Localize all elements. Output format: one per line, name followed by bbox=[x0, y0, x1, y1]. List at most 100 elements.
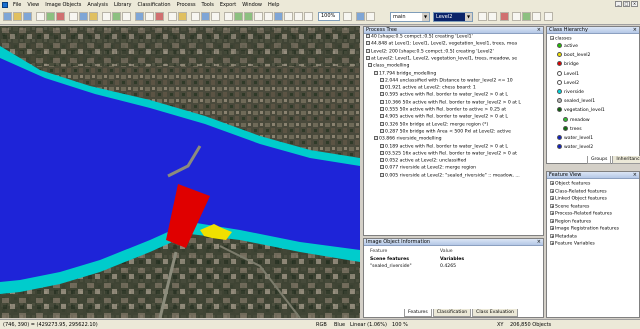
feature-group-item[interactable]: +Class-Related features bbox=[550, 188, 607, 196]
skeleton-icon[interactable] bbox=[178, 12, 187, 21]
polygon-icon[interactable] bbox=[168, 12, 177, 21]
close-icon[interactable]: × bbox=[537, 27, 541, 34]
expand-icon[interactable]: + bbox=[550, 181, 554, 186]
process-tree-item[interactable]: 0.595 active with Rel. border to water_l… bbox=[380, 92, 508, 99]
chevron-down-icon[interactable]: ▼ bbox=[465, 13, 472, 21]
class-item[interactable]: riverside bbox=[557, 89, 584, 96]
process-tree-item[interactable]: Level2: 200 [shape:0.5 compct.:0.5] crea… bbox=[366, 48, 494, 56]
process-tree-item[interactable]: 0.005 riverside at Level2: "sealed_river… bbox=[380, 172, 520, 180]
class-item[interactable]: meadow bbox=[563, 116, 590, 124]
edit-icon[interactable] bbox=[102, 12, 111, 21]
zoom-input[interactable]: 100% bbox=[318, 12, 340, 21]
menu-view[interactable]: View bbox=[27, 2, 39, 8]
process-tree-item[interactable]: 01.921 active at Level2: chess board: 1 bbox=[380, 85, 476, 92]
map-icon[interactable] bbox=[356, 12, 365, 21]
process-icon[interactable] bbox=[112, 12, 121, 21]
process-tree-list[interactable]: 40 [shape:0.5 compct.:0.5] creating 'Lev… bbox=[364, 34, 543, 234]
classification-view-icon[interactable] bbox=[56, 12, 65, 21]
menu-analysis[interactable]: Analysis bbox=[87, 2, 108, 8]
feature-group-item[interactable]: +Object features bbox=[550, 181, 590, 188]
feature-group-item[interactable]: +Scene features bbox=[550, 203, 589, 211]
new-project-icon[interactable] bbox=[3, 12, 12, 21]
class-root[interactable]: −classes bbox=[550, 36, 572, 43]
process-tree-item[interactable]: 0.555 50x active with Rel. border to act… bbox=[380, 107, 506, 114]
thematic-icon[interactable] bbox=[145, 12, 154, 21]
expand-icon[interactable]: + bbox=[550, 226, 554, 231]
class-item[interactable]: water_level1 bbox=[557, 135, 593, 142]
close-icon[interactable]: × bbox=[631, 1, 638, 7]
delete-level-icon[interactable] bbox=[500, 12, 509, 21]
open-icon[interactable] bbox=[13, 12, 22, 21]
menu-classification[interactable]: Classification bbox=[137, 2, 170, 8]
select-class-icon[interactable] bbox=[522, 12, 531, 21]
zoom-next-icon[interactable] bbox=[294, 12, 303, 21]
process-tree-item[interactable]: 2.044 unclassified with Distance to wate… bbox=[380, 77, 513, 85]
navigate-icon[interactable] bbox=[366, 12, 375, 21]
process-tree-item[interactable]: 0.077 riverside at Level2: merge region bbox=[380, 165, 476, 172]
class-item[interactable]: trees bbox=[563, 125, 582, 133]
pan-icon[interactable] bbox=[224, 12, 233, 21]
zoom-100-icon[interactable] bbox=[274, 12, 283, 21]
zoom-fit-icon[interactable] bbox=[264, 12, 273, 21]
menu-window[interactable]: Window bbox=[242, 2, 262, 8]
process-tree-item[interactable]: 10.366 50x active with Rel. border to wa… bbox=[380, 99, 521, 107]
manual-edit-icon[interactable] bbox=[155, 12, 164, 21]
class-item[interactable]: boot_level2 bbox=[557, 52, 590, 59]
expand-icon[interactable]: + bbox=[550, 233, 554, 238]
process-tree-item[interactable]: class_modelling bbox=[368, 63, 409, 70]
cursor-icon[interactable] bbox=[36, 12, 45, 21]
vector-icon[interactable] bbox=[512, 12, 521, 21]
pixel-view-icon[interactable] bbox=[89, 12, 98, 21]
zoom-scene-icon[interactable] bbox=[304, 12, 313, 21]
feature-group-item[interactable]: +Region features bbox=[550, 218, 591, 226]
process-tree-item[interactable]: at Level2: Level1, Level2, vegetation_le… bbox=[366, 55, 517, 63]
zoom-area-icon[interactable] bbox=[254, 12, 263, 21]
expand-icon[interactable]: + bbox=[550, 188, 554, 193]
tab-groups[interactable]: Groups bbox=[587, 156, 612, 164]
menu-library[interactable]: Library bbox=[114, 2, 131, 8]
menu-help[interactable]: Help bbox=[268, 2, 279, 8]
view-layer-icon[interactable] bbox=[46, 12, 55, 21]
process-tree-item[interactable]: 44.848 at Level1: Level1, Level2, vegeta… bbox=[366, 41, 517, 48]
menu-tools[interactable]: Tools bbox=[202, 2, 214, 8]
sample-icon[interactable] bbox=[135, 12, 144, 21]
level-up-icon[interactable] bbox=[478, 12, 487, 21]
zoom-dropdown-icon[interactable] bbox=[343, 12, 352, 21]
menu-file[interactable]: File bbox=[13, 2, 21, 8]
expand-icon[interactable]: + bbox=[550, 196, 554, 201]
collapse-icon[interactable]: − bbox=[550, 36, 554, 41]
class-item[interactable]: sealed_level1 bbox=[557, 98, 595, 105]
process-tree-item[interactable]: 0.189 active with Rel. border to water_l… bbox=[380, 143, 508, 151]
feature-icon[interactable] bbox=[122, 12, 131, 21]
class-item[interactable]: active bbox=[557, 43, 578, 50]
expand-icon[interactable]: + bbox=[550, 218, 554, 223]
settings-icon[interactable] bbox=[532, 12, 541, 21]
zoom-out-icon[interactable] bbox=[244, 12, 253, 21]
help-icon[interactable] bbox=[544, 12, 553, 21]
process-tree-item[interactable]: 17.794 bridge_modelling bbox=[374, 70, 436, 78]
classified-image-map[interactable] bbox=[0, 26, 360, 318]
level-down-icon[interactable] bbox=[488, 12, 497, 21]
class-item[interactable]: bridge bbox=[557, 61, 579, 68]
expand-icon[interactable]: + bbox=[550, 203, 554, 208]
feature-group-item[interactable]: +Image Registration features bbox=[550, 226, 619, 233]
class-item[interactable]: Level2 bbox=[557, 79, 579, 87]
class-item[interactable]: vegetation_level1 bbox=[557, 107, 605, 114]
tab-inheritance[interactable]: Inheritance bbox=[612, 156, 640, 164]
class-item[interactable]: Level1 bbox=[557, 70, 579, 78]
tab-features[interactable]: Features bbox=[404, 309, 432, 317]
split-view-icon[interactable] bbox=[201, 12, 210, 21]
process-tree-item[interactable]: 0.287 50x bridge with Area < 500 Pxl at … bbox=[380, 128, 511, 136]
process-tree-item[interactable]: 03.866 riverside_modelling bbox=[374, 136, 442, 143]
minimize-icon[interactable]: _ bbox=[615, 1, 622, 7]
map-select[interactable]: main ▼ bbox=[390, 12, 430, 22]
zoom-in-icon[interactable] bbox=[234, 12, 243, 21]
outline-icon[interactable] bbox=[69, 12, 78, 21]
chevron-down-icon[interactable]: ▼ bbox=[422, 13, 429, 21]
process-tree-item[interactable]: 40 [shape:0.5 compct.:0.5] creating 'Lev… bbox=[366, 34, 473, 41]
image-layer-icon[interactable] bbox=[79, 12, 88, 21]
restore-icon[interactable]: □ bbox=[623, 1, 630, 7]
process-tree-item[interactable]: 0.052 active at Level2: unclassified bbox=[380, 158, 466, 165]
close-icon[interactable]: × bbox=[633, 172, 637, 179]
level-select[interactable]: Level2 ▼ bbox=[433, 12, 473, 22]
